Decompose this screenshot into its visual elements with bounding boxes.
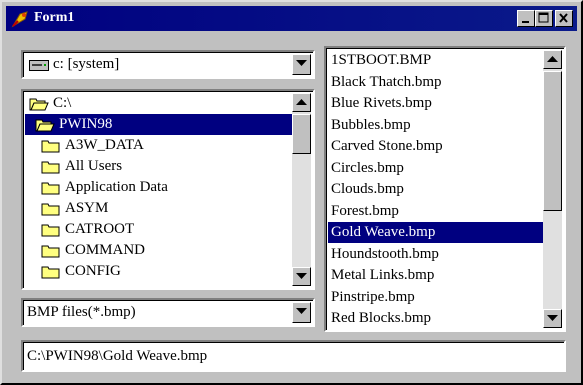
directory-item-label: A3W_DATA xyxy=(65,137,144,153)
directory-list-box[interactable]: C:\ PWIN98 A3W_DATA All Users Application Da… xyxy=(21,89,315,290)
folder-icon xyxy=(41,224,60,237)
folder-icon xyxy=(41,140,60,153)
folder-icon xyxy=(41,266,60,279)
file-item[interactable]: Gold Weave.bmp xyxy=(328,222,543,243)
minimize-icon xyxy=(522,21,529,23)
scroll-down-button[interactable] xyxy=(543,309,562,328)
chevron-up-icon xyxy=(547,56,558,62)
file-item[interactable]: Bubbles.bmp xyxy=(328,115,543,136)
directory-item[interactable]: CONFIG xyxy=(25,261,295,282)
minimize-button[interactable] xyxy=(517,10,535,27)
directory-item[interactable]: C:\ xyxy=(25,93,295,114)
chevron-down-icon xyxy=(547,315,558,321)
file-item[interactable]: Black Thatch.bmp xyxy=(328,72,543,93)
directory-scrollbar[interactable] xyxy=(292,93,311,286)
file-item[interactable]: Houndstooth.bmp xyxy=(328,244,543,265)
path-text-box[interactable]: C:\PWIN98\Gold Weave.bmp xyxy=(21,340,566,372)
scroll-thumb[interactable] xyxy=(543,71,562,211)
maximize-icon xyxy=(538,12,549,23)
file-list-box[interactable]: 1STBOOT.BMP Black Thatch.bmp Blue Rivets.b… xyxy=(324,46,566,332)
directory-item-label: C:\ xyxy=(53,95,72,111)
directory-item[interactable]: COMMAND xyxy=(25,240,295,261)
scroll-up-button[interactable] xyxy=(543,50,562,69)
file-item[interactable]: Forest.bmp xyxy=(328,201,543,222)
file-item[interactable]: Metal Links.bmp xyxy=(328,265,543,286)
path-value: C:\PWIN98\Gold Weave.bmp xyxy=(27,348,208,364)
chevron-up-icon xyxy=(296,99,307,105)
form-window: Form1 c: [system] C:\ PWIN98 A3W_DATA All U… xyxy=(0,0,583,385)
file-item[interactable]: Blue Rivets.bmp xyxy=(328,93,543,114)
directory-item[interactable]: All Users xyxy=(25,156,295,177)
directory-item[interactable]: CATROOT xyxy=(25,219,295,240)
folder-icon xyxy=(41,182,60,195)
directory-item-label: ASYM xyxy=(65,200,109,216)
directory-item[interactable]: A3W_DATA xyxy=(25,135,295,156)
directory-item[interactable]: ASYM xyxy=(25,198,295,219)
directory-item[interactable]: Application Data xyxy=(25,177,295,198)
file-item[interactable]: Pinstripe.bmp xyxy=(328,287,543,308)
close-icon xyxy=(559,13,568,23)
file-item[interactable]: Red Blocks.bmp xyxy=(328,308,543,329)
directory-item-label: CONFIG xyxy=(65,263,121,279)
directory-item-label: Application Data xyxy=(65,179,168,195)
directory-item[interactable]: PWIN98 xyxy=(25,114,295,135)
chevron-down-icon xyxy=(296,273,307,279)
file-item[interactable]: Carved Stone.bmp xyxy=(328,136,543,157)
maximize-button[interactable] xyxy=(535,10,553,27)
file-item[interactable]: 1STBOOT.BMP xyxy=(328,50,543,71)
chevron-down-icon xyxy=(296,308,307,314)
file-item[interactable]: Clouds.bmp xyxy=(328,179,543,200)
directory-item-label: COMMAND xyxy=(65,242,146,258)
open-folder-icon xyxy=(35,119,55,132)
directory-item-label: CATROOT xyxy=(65,221,135,237)
directory-item-label: All Users xyxy=(65,158,123,174)
directory-item-label: PWIN98 xyxy=(59,116,113,132)
folder-icon xyxy=(41,161,60,174)
scroll-down-button[interactable] xyxy=(292,267,311,286)
folder-icon xyxy=(41,245,60,258)
file-item[interactable]: Circles.bmp xyxy=(328,158,543,179)
drive-icon xyxy=(29,60,49,71)
open-folder-icon xyxy=(29,98,49,111)
scroll-up-button[interactable] xyxy=(292,93,311,112)
chevron-down-icon xyxy=(296,60,307,66)
app-icon xyxy=(11,11,28,28)
close-button[interactable] xyxy=(555,10,573,27)
scroll-thumb[interactable] xyxy=(292,114,311,154)
file-scrollbar[interactable] xyxy=(543,50,562,328)
window-title: Form1 xyxy=(34,10,75,25)
file-type-combo[interactable]: BMP files(*.bmp) xyxy=(21,298,315,327)
file-type-dropdown-button[interactable] xyxy=(292,302,311,323)
drive-list-box[interactable]: c: [system] xyxy=(21,50,315,79)
title-bar[interactable]: Form1 xyxy=(6,6,577,31)
drive-dropdown-button[interactable] xyxy=(292,54,311,75)
folder-icon xyxy=(41,203,60,216)
drive-value: c: [system] xyxy=(53,56,120,72)
file-type-value: BMP files(*.bmp) xyxy=(27,304,136,320)
